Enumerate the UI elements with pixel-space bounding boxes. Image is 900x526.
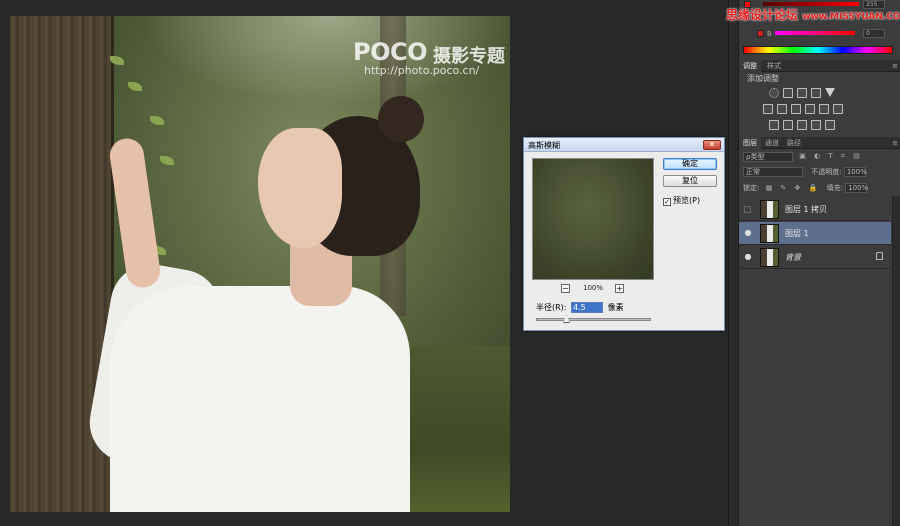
visibility-off-icon[interactable] (744, 206, 751, 213)
ok-button[interactable]: 确定 (663, 158, 717, 170)
layers-tabs: 图层 通道 路径 ≡ (739, 137, 900, 149)
exposure-icon[interactable] (811, 88, 821, 98)
face (258, 128, 342, 248)
layer-row-copy[interactable]: 图层 1 拷贝 (739, 198, 891, 221)
preview-label: 预览(P) (673, 196, 701, 205)
color-lookup-icon[interactable] (833, 104, 843, 114)
blend-row: 正常 不透明度: 100% (743, 167, 867, 178)
leaf (160, 156, 174, 165)
poco-logo: POCO (353, 38, 428, 66)
selective-color-icon[interactable] (825, 120, 835, 130)
opacity-input[interactable]: 100% (843, 167, 867, 177)
curves-icon[interactable] (797, 88, 807, 98)
panel-menu-icon[interactable]: ≡ (892, 139, 898, 147)
layer-row-background[interactable]: ● 背景 (739, 246, 891, 269)
blue-slider[interactable] (775, 31, 855, 35)
layer-thumbnail (760, 224, 779, 243)
adjust-icons-row-3 (761, 120, 871, 132)
adjust-tabs: 调整 样式 ≡ (739, 60, 900, 72)
reset-button[interactable]: 复位 (663, 175, 717, 187)
hair-bun (378, 96, 424, 142)
background-swatch[interactable] (757, 30, 764, 37)
adjust-icons-row-2 (761, 104, 871, 116)
radius-slider-thumb[interactable] (563, 315, 570, 323)
dialog-titlebar[interactable]: 高斯模糊 ✕ (524, 138, 724, 152)
filter-icons[interactable]: ▣ ◐ T ⌗ ▤ (799, 152, 879, 161)
color-balance-icon[interactable] (777, 104, 787, 114)
dialog-title: 高斯模糊 (528, 141, 560, 150)
arm (107, 136, 163, 290)
preview-checkbox[interactable]: ✓ 预览(P) (663, 195, 700, 206)
channel-mixer-icon[interactable] (819, 104, 829, 114)
black-white-icon[interactable] (791, 104, 801, 114)
adjust-icons-row-1 (761, 88, 871, 100)
tab-styles[interactable]: 样式 (763, 60, 785, 72)
opacity-label: 不透明度: (811, 168, 842, 176)
leaf (150, 116, 164, 125)
eye-icon[interactable]: ● (743, 253, 753, 261)
posterize-icon[interactable] (783, 120, 793, 130)
close-button[interactable]: ✕ (703, 140, 721, 150)
radius-slider[interactable] (536, 315, 651, 323)
radius-label: 半径(R): (536, 303, 567, 312)
zoom-out-button[interactable]: − (561, 284, 570, 293)
white-shirt (110, 286, 410, 512)
layer-name: 图层 1 拷贝 (785, 205, 828, 214)
site-watermark: 思缘设计论坛 www.MISSYUAN.COM (726, 6, 900, 23)
color-spectrum[interactable] (743, 46, 893, 54)
site-watermark-url: www.MISSYUAN.COM (802, 12, 900, 22)
invert-icon[interactable] (769, 120, 779, 130)
zoom-controls: − 100% + (561, 284, 627, 294)
lock-icons[interactable]: ▦ ✎ ✥ 🔒 (766, 184, 821, 192)
radius-row: 半径(R): 像素 (536, 302, 624, 313)
radius-unit: 像素 (607, 303, 624, 312)
gaussian-blur-dialog: 高斯模糊 ✕ − 100% + 确定 复位 ✓预览(P) 半径(R): 像素 (523, 137, 725, 331)
layer-thumbnail (760, 248, 779, 267)
layers-panel: 图层 通道 路径 ≡ ρ类型 ▣ ◐ T ⌗ ▤ 正常 不透明度: 100% 锁… (739, 137, 900, 526)
checkbox-check-icon: ✓ (663, 198, 671, 206)
layer-row-1[interactable]: ● 图层 1 (739, 222, 891, 245)
zoom-in-button[interactable]: + (615, 284, 624, 293)
radius-input[interactable] (571, 302, 604, 313)
tab-paths[interactable]: 路径 (783, 137, 805, 149)
hue-saturation-icon[interactable] (763, 104, 773, 114)
fill-label: 填充: (826, 184, 843, 192)
layer-kind-select[interactable]: ρ类型 (743, 152, 793, 162)
layers-scrollbar[interactable] (892, 196, 900, 526)
vibrance-icon[interactable] (825, 88, 835, 97)
panel-dock-strip (728, 0, 738, 526)
layer-name: 图层 1 (785, 229, 809, 238)
eye-icon[interactable]: ● (743, 229, 753, 237)
close-icon: ✕ (708, 140, 716, 149)
b-channel-label: B (767, 30, 772, 38)
lock-label: 锁定: (743, 184, 760, 192)
gradient-map-icon[interactable] (811, 120, 821, 130)
fill-input[interactable]: 100% (845, 183, 868, 193)
zoom-level: 100% (583, 284, 604, 292)
lock-row: 锁定: ▦ ✎ ✥ 🔒 填充: 100% (743, 183, 868, 194)
threshold-icon[interactable] (797, 120, 807, 130)
lock-icon (876, 252, 883, 260)
blend-mode-select[interactable]: 正常 (743, 167, 803, 177)
tab-adjust[interactable]: 调整 (739, 60, 761, 72)
document-canvas[interactable]: POCO 摄影专题 http://photo.poco.cn/ (10, 16, 510, 512)
layer-filter-row: ρ类型 ▣ ◐ T ⌗ ▤ (743, 152, 879, 163)
poco-url: http://photo.poco.cn/ (364, 64, 480, 77)
tab-channels[interactable]: 通道 (761, 137, 783, 149)
levels-icon[interactable] (783, 88, 793, 98)
blur-preview[interactable] (532, 158, 654, 280)
photo-filter-icon[interactable] (805, 104, 815, 114)
right-panels: 255 B 0 调整 样式 ≡ 添加调整 图层 通道 路径 ≡ ρ类型 ▣ ◐ … (738, 0, 900, 526)
layer-name: 背景 (785, 253, 801, 262)
b-value[interactable]: 0 (863, 29, 885, 38)
add-adjustment-label: 添加调整 (747, 74, 779, 83)
tab-layers[interactable]: 图层 (739, 137, 761, 149)
site-watermark-text: 思缘设计论坛 (726, 8, 799, 22)
panel-menu-icon[interactable]: ≡ (892, 62, 898, 70)
layer-thumbnail (760, 200, 779, 219)
brightness-icon[interactable] (769, 88, 779, 98)
